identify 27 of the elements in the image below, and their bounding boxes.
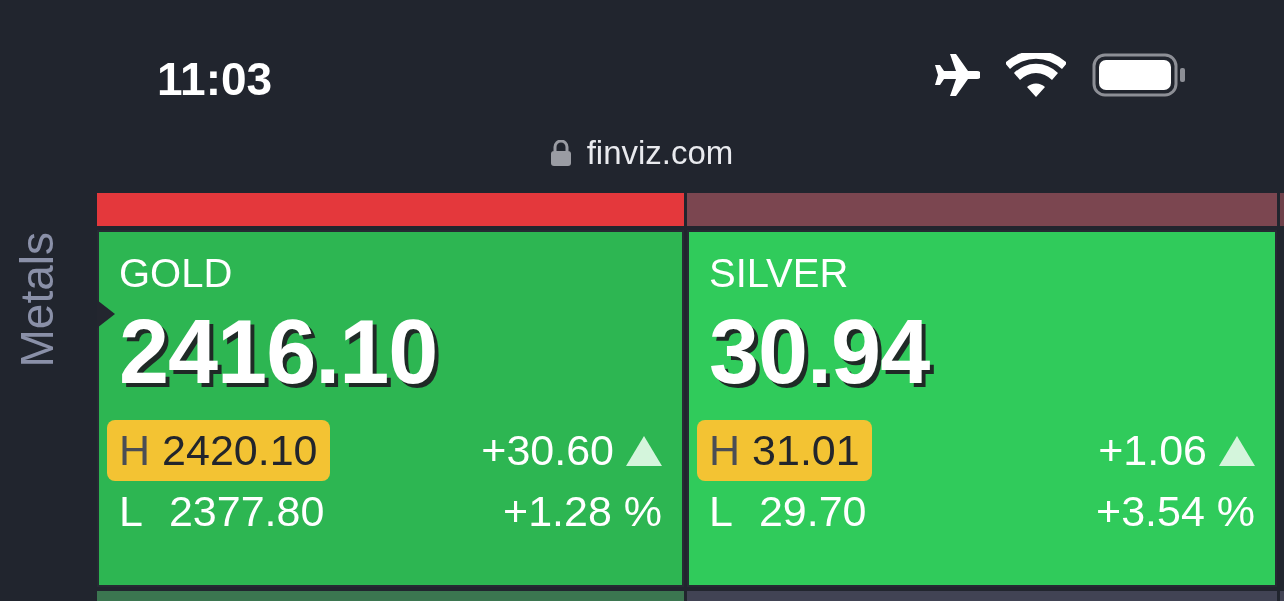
clock-time: 11:03 — [157, 52, 273, 106]
high-label: H — [119, 426, 151, 475]
ticker-name: SILVER — [709, 250, 850, 296]
high-value: 2420.10 — [162, 426, 318, 475]
tile[interactable] — [97, 193, 684, 226]
change-value: +1.06 — [1098, 426, 1207, 475]
low-label: L — [709, 487, 733, 536]
high-label: H — [709, 426, 741, 475]
change-value: +30.60 — [481, 426, 614, 475]
low-label: L — [119, 487, 143, 536]
tile[interactable] — [687, 193, 1277, 226]
high-value: 31.01 — [752, 426, 860, 475]
change-percent: +3.54 % — [1096, 487, 1255, 536]
ticker-name: GOLD — [119, 250, 234, 296]
url-text[interactable]: finviz.com — [586, 134, 734, 172]
tile[interactable] — [1280, 193, 1284, 226]
section-label: Metals — [14, 232, 60, 368]
lock-icon — [550, 140, 571, 166]
low-value: 29.70 — [758, 487, 867, 536]
tile[interactable]: GOLD 2416.10 H 2420.10 +30.60 L 2377.80 +1.28 % — [97, 230, 684, 587]
price-value: 30.94 — [709, 302, 931, 402]
change-percent: +1.28 % — [503, 487, 662, 536]
low-value: 2377.80 — [168, 487, 325, 536]
wifi-icon — [1006, 53, 1066, 97]
price-value: 2416.10 — [119, 302, 439, 402]
tile[interactable]: SILVER 30.94 H 31.01 +1.06 L 29.70 +3.54 % — [687, 230, 1277, 587]
battery-icon — [1092, 53, 1186, 97]
